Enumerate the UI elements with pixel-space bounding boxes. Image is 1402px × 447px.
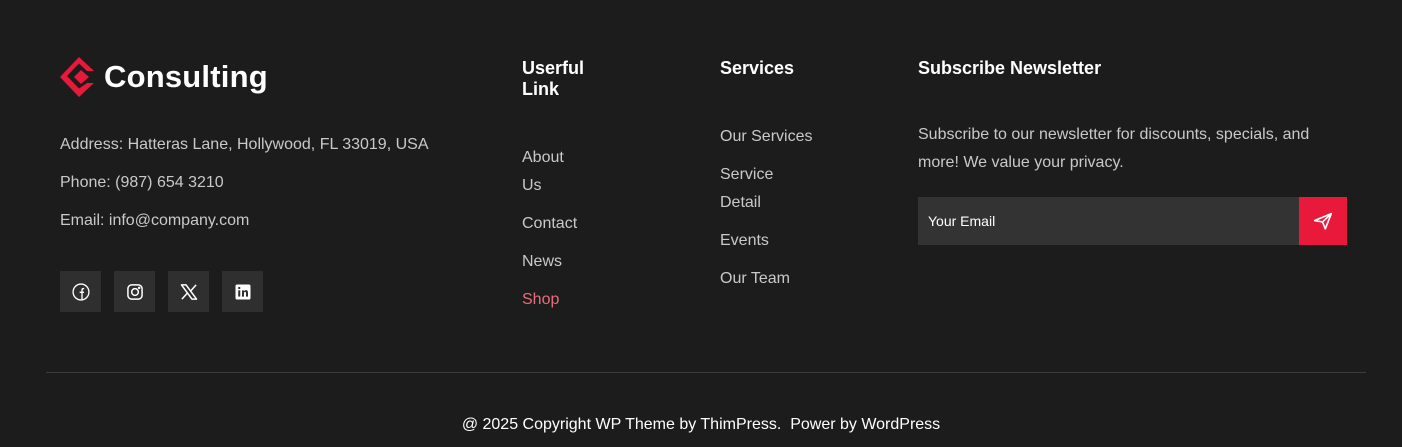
brand-name: Consulting [104, 59, 268, 94]
footer-divider [46, 372, 1366, 373]
email-input[interactable] [918, 197, 1299, 245]
facebook-icon [71, 282, 90, 301]
linkedin-icon [235, 284, 250, 299]
send-icon [1313, 212, 1333, 230]
brand[interactable]: Consulting [60, 57, 268, 97]
newsletter-column: Subscribe Newsletter Subscribe to our ne… [918, 58, 1348, 177]
x-icon [180, 283, 197, 300]
contact-info: Address: Hatteras Lane, Hollywood, FL 33… [60, 134, 429, 248]
link-about-us[interactable]: About Us [522, 144, 582, 200]
facebook-button[interactable] [60, 271, 101, 312]
instagram-icon [126, 283, 143, 300]
powered-by-link[interactable]: Power by WordPress [790, 416, 940, 433]
services-title: Services [720, 58, 795, 78]
logo-icon [60, 57, 94, 97]
x-button[interactable] [168, 271, 209, 312]
link-service-detail[interactable]: Service Detail [720, 161, 790, 217]
link-shop[interactable]: Shop [522, 286, 612, 314]
subscribe-button[interactable] [1299, 197, 1347, 245]
services-list: Our Services Service Detail Events Our T… [720, 123, 830, 293]
useful-links-column: Userful Link About Us Contact News Shop [522, 58, 612, 324]
social-links [60, 271, 263, 312]
copyright-bar: @ 2025 Copyright WP Theme by ThimPress. … [0, 416, 1402, 434]
link-our-team[interactable]: Our Team [720, 265, 830, 293]
link-our-services[interactable]: Our Services [720, 123, 830, 151]
link-news[interactable]: News [522, 248, 612, 276]
phone-text: Phone: (987) 654 3210 [60, 174, 224, 191]
address-text: Address: Hatteras Lane, Hollywood, FL 33… [60, 136, 429, 153]
linkedin-button[interactable] [222, 271, 263, 312]
site-footer: Consulting Address: Hatteras Lane, Holly… [0, 0, 1402, 447]
services-column: Services Our Services Service Detail Eve… [720, 58, 830, 303]
newsletter-title: Subscribe Newsletter [918, 58, 1102, 78]
copyright-text: @ 2025 Copyright WP Theme by ThimPress. [461, 416, 782, 433]
newsletter-description: Subscribe to our newsletter for discount… [918, 126, 1310, 171]
link-events[interactable]: Events [720, 227, 830, 255]
useful-links-list: About Us Contact News Shop [522, 144, 612, 314]
instagram-button[interactable] [114, 271, 155, 312]
link-contact[interactable]: Contact [522, 210, 612, 238]
useful-links-title: Userful Link [522, 58, 585, 99]
newsletter-form [918, 197, 1347, 245]
email-text: Email: info@company.com [60, 212, 250, 229]
